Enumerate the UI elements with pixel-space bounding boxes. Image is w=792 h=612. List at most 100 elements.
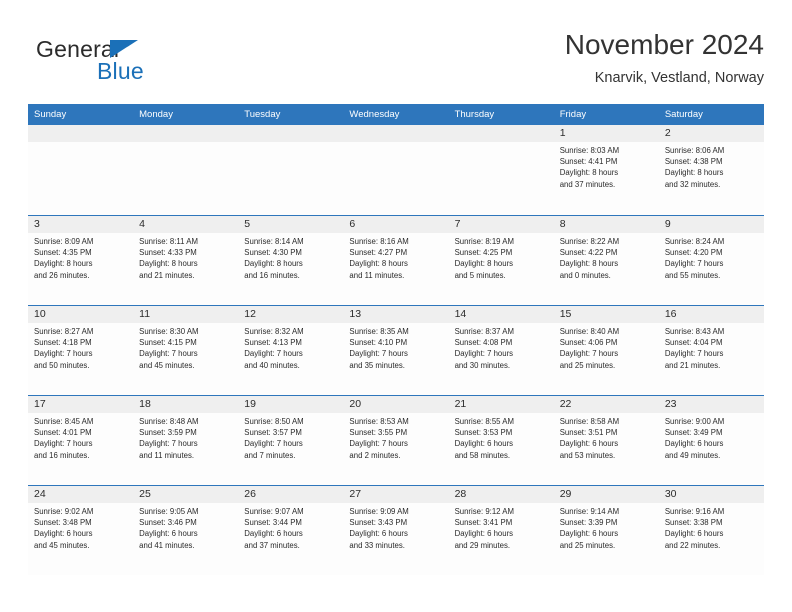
day-number [238,125,344,142]
daylight-text-line1: Daylight: 8 hours [34,259,93,269]
sunrise-text: Sunrise: 8:19 AM [454,237,514,246]
day-sun-info: Sunrise: 8:50 AM Sunset: 3:57 PM Daylight:… [238,413,343,461]
sunrise-text: Sunrise: 9:16 AM [664,507,725,516]
day-sun-info: Sunrise: 8:27 AM Sunset: 4:18 PM Daylight:… [28,323,133,371]
sunrise-text: Sunrise: 8:30 AM [139,327,199,336]
day-sun-info: Sunrise: 8:19 AM Sunset: 4:25 PM Daylight:… [449,233,554,281]
daylight-text-line1: Daylight: 6 hours [454,529,514,539]
daylight-text-line2: and 11 minutes. [139,450,195,460]
sunset-text: Sunset: 3:53 PM [454,428,513,438]
sunset-text: Sunset: 3:39 PM [559,518,618,528]
day-cell[interactable]: 19 Sunrise: 8:50 AM Sunset: 3:57 PM Dayligh… [238,396,344,485]
sunrise-text: Sunrise: 8:24 AM [664,237,725,246]
daylight-text-line2: and 5 minutes. [454,270,506,280]
calendar-grid: Sunday Monday Tuesday Wednesday Thursday… [28,104,764,575]
sunrise-text: Sunrise: 8:35 AM [349,327,409,336]
day-cell[interactable]: 25 Sunrise: 9:05 AM Sunset: 3:46 PM Dayligh… [133,486,239,575]
day-sun-info: Sunrise: 8:03 AM Sunset: 4:41 PM Daylight:… [554,142,659,190]
daylight-text-line2: and 29 minutes. [454,540,511,550]
sunset-text: Sunset: 4:04 PM [664,338,723,348]
day-cell[interactable]: 12 Sunrise: 8:32 AM Sunset: 4:13 PM Dayligh… [238,306,344,395]
day-cell[interactable]: 8 Sunrise: 8:22 AM Sunset: 4:22 PM Daylight… [553,216,659,305]
day-number: 6 [343,216,449,233]
day-cell[interactable]: 3 Sunrise: 8:09 AM Sunset: 4:35 PM Daylight… [28,216,134,305]
sunset-text: Sunset: 3:51 PM [559,428,618,438]
brand-logo[interactable]: General Blue [36,36,236,90]
sunrise-text: Sunrise: 8:55 AM [454,417,514,426]
day-number: 14 [448,306,554,323]
day-cell[interactable]: 2 Sunrise: 8:06 AM Sunset: 4:38 PM Daylight… [658,125,764,215]
day-sun-info: Sunrise: 8:58 AM Sunset: 3:51 PM Daylight:… [554,413,659,461]
sunset-text: Sunset: 4:33 PM [139,248,197,258]
sunset-text: Sunset: 4:27 PM [349,248,408,258]
daylight-text-line2: and 50 minutes. [34,360,90,370]
day-number: 26 [238,486,344,503]
day-sun-info: Sunrise: 9:05 AM Sunset: 3:46 PM Daylight:… [133,503,238,551]
day-cell[interactable]: 13 Sunrise: 8:35 AM Sunset: 4:10 PM Dayligh… [343,306,449,395]
day-cell[interactable]: 16 Sunrise: 8:43 AM Sunset: 4:04 PM Dayligh… [658,306,764,395]
day-sun-info: Sunrise: 8:43 AM Sunset: 4:04 PM Daylight:… [659,323,764,371]
sunrise-text: Sunrise: 8:03 AM [559,146,620,155]
sunset-text: Sunset: 4:20 PM [664,248,723,258]
day-cell[interactable]: 9 Sunrise: 8:24 AM Sunset: 4:20 PM Daylight… [658,216,764,305]
day-number: 17 [28,396,134,413]
day-cell[interactable]: 6 Sunrise: 8:16 AM Sunset: 4:27 PM Daylight… [343,216,449,305]
daylight-text-line1: Daylight: 6 hours [664,439,724,449]
day-sun-info: Sunrise: 9:14 AM Sunset: 3:39 PM Daylight:… [554,503,659,551]
day-cell[interactable]: 26 Sunrise: 9:07 AM Sunset: 3:44 PM Dayligh… [238,486,344,575]
day-number: 3 [28,216,134,233]
day-cell[interactable]: 11 Sunrise: 8:30 AM Sunset: 4:15 PM Dayligh… [133,306,239,395]
daylight-text-line1: Daylight: 6 hours [349,529,408,539]
day-number: 24 [28,486,134,503]
day-cell[interactable]: 24 Sunrise: 9:02 AM Sunset: 3:48 PM Dayligh… [28,486,134,575]
daylight-text-line2: and 32 minutes. [664,179,721,189]
day-cell[interactable]: 4 Sunrise: 8:11 AM Sunset: 4:33 PM Daylight… [133,216,239,305]
day-cell[interactable]: 21 Sunrise: 8:55 AM Sunset: 3:53 PM Dayligh… [448,396,554,485]
daylight-text-line1: Daylight: 6 hours [244,529,303,539]
daylight-text-line2: and 16 minutes. [244,270,300,280]
day-cell[interactable]: 27 Sunrise: 9:09 AM Sunset: 3:43 PM Dayligh… [343,486,449,575]
sunset-text: Sunset: 3:49 PM [664,428,723,438]
sunrise-text: Sunrise: 8:53 AM [349,417,409,426]
day-cell[interactable]: 23 Sunrise: 9:00 AM Sunset: 3:49 PM Dayligh… [658,396,764,485]
day-cell[interactable]: 29 Sunrise: 9:14 AM Sunset: 3:39 PM Dayligh… [553,486,659,575]
day-cell[interactable]: 1 Sunrise: 8:03 AM Sunset: 4:41 PM Daylight… [553,125,659,215]
day-sun-info: Sunrise: 8:40 AM Sunset: 4:06 PM Daylight:… [554,323,659,371]
daylight-text-line2: and 30 minutes. [454,360,511,370]
sunset-text: Sunset: 4:15 PM [139,338,197,348]
daylight-text-line2: and 25 minutes. [559,540,616,550]
day-cell[interactable]: 15 Sunrise: 8:40 AM Sunset: 4:06 PM Dayligh… [553,306,659,395]
daylight-text-line2: and 0 minutes. [559,270,611,280]
daylight-text-line1: Daylight: 7 hours [559,349,619,359]
day-number: 18 [133,396,239,413]
sunrise-text: Sunrise: 8:40 AM [559,327,620,336]
day-cell[interactable]: 14 Sunrise: 8:37 AM Sunset: 4:08 PM Dayligh… [448,306,554,395]
day-cell[interactable]: 10 Sunrise: 8:27 AM Sunset: 4:18 PM Dayligh… [28,306,134,395]
day-cell[interactable]: 5 Sunrise: 8:14 AM Sunset: 4:30 PM Daylight… [238,216,344,305]
sunrise-text: Sunrise: 9:07 AM [244,507,304,516]
sunset-text: Sunset: 4:06 PM [559,338,618,348]
daylight-text-line1: Daylight: 8 hours [559,168,619,178]
day-cell[interactable]: 22 Sunrise: 8:58 AM Sunset: 3:51 PM Dayligh… [553,396,659,485]
day-sun-info: Sunrise: 9:16 AM Sunset: 3:38 PM Daylight:… [659,503,764,551]
day-cell[interactable]: 7 Sunrise: 8:19 AM Sunset: 4:25 PM Daylight… [448,216,554,305]
sunrise-text: Sunrise: 9:02 AM [34,507,94,516]
calendar-week-row: 1 Sunrise: 8:03 AM Sunset: 4:41 PM Daylight… [28,125,764,215]
weekday-wednesday: Wednesday [349,109,400,120]
sunrise-text: Sunrise: 8:27 AM [34,327,94,336]
day-cell[interactable]: 28 Sunrise: 9:12 AM Sunset: 3:41 PM Dayligh… [448,486,554,575]
sunset-text: Sunset: 3:46 PM [139,518,197,528]
day-sun-info: Sunrise: 9:00 AM Sunset: 3:49 PM Daylight:… [659,413,764,461]
day-cell[interactable]: 17 Sunrise: 8:45 AM Sunset: 4:01 PM Dayligh… [28,396,134,485]
day-number: 4 [133,216,239,233]
day-cell-empty [133,125,239,215]
daylight-text-line2: and 35 minutes. [349,360,405,370]
day-cell[interactable]: 18 Sunrise: 8:48 AM Sunset: 3:59 PM Dayligh… [133,396,239,485]
day-cell[interactable]: 20 Sunrise: 8:53 AM Sunset: 3:55 PM Dayligh… [343,396,449,485]
calendar-week-row: 3 Sunrise: 8:09 AM Sunset: 4:35 PM Daylight… [28,215,764,305]
daylight-text-line1: Daylight: 7 hours [349,349,408,359]
day-number: 23 [658,396,764,413]
sunset-text: Sunset: 4:41 PM [559,157,618,167]
day-cell[interactable]: 30 Sunrise: 9:16 AM Sunset: 3:38 PM Dayligh… [658,486,764,575]
sunrise-text: Sunrise: 9:00 AM [664,417,725,426]
